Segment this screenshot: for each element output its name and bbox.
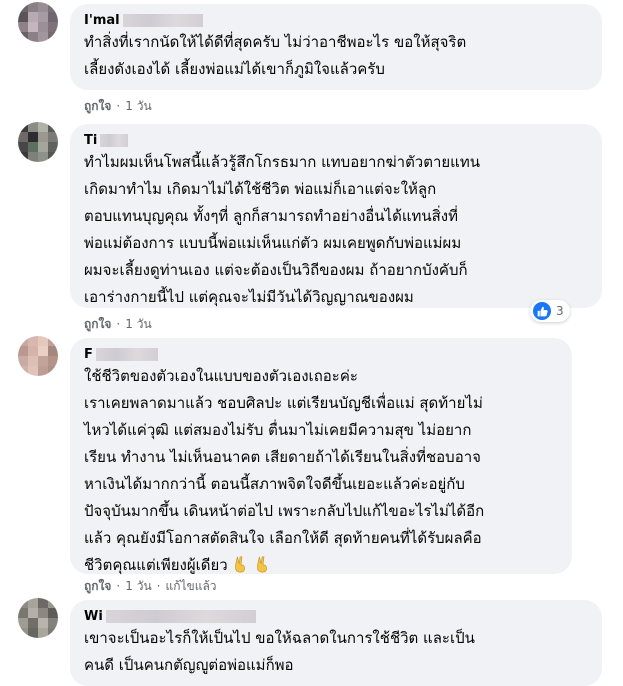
separator-dot: · bbox=[116, 99, 121, 113]
comment-actions: ถูกใจ · 1 วัน bbox=[84, 98, 152, 114]
like-button[interactable]: ถูกใจ bbox=[84, 316, 111, 332]
commenter-name[interactable]: F bbox=[84, 346, 93, 363]
reaction-count[interactable]: 3 bbox=[530, 300, 570, 322]
victory-hand-icon bbox=[234, 556, 245, 573]
comment-text: ใช้ชีวิตของตัวเองในแบบของตัวเองเถอะค่ะ เ… bbox=[84, 367, 485, 574]
blurred-name bbox=[122, 14, 203, 27]
blurred-name bbox=[95, 348, 158, 361]
comment-bubble: Ti ทำไมผมเห็นโพสนี้แล้วรู้สึกโกรธมาก แทบ… bbox=[70, 124, 602, 308]
blurred-name bbox=[100, 134, 129, 147]
timestamp[interactable]: 1 วัน bbox=[125, 578, 151, 594]
comment-actions: ถูกใจ · 1 วัน · แก้ไขแล้ว bbox=[84, 578, 217, 594]
comment-bubble: F ใช้ชีวิตของตัวเองในแบบของตัวเองเถอะค่ะ… bbox=[70, 338, 572, 574]
like-icon bbox=[533, 302, 551, 320]
avatar[interactable] bbox=[18, 122, 58, 162]
avatar[interactable] bbox=[18, 2, 58, 42]
separator-dot: · bbox=[156, 579, 161, 593]
comment-actions: ถูกใจ · 1 วัน bbox=[84, 316, 152, 332]
edited-label[interactable]: แก้ไขแล้ว bbox=[165, 578, 216, 594]
commenter-name[interactable]: Wi bbox=[84, 608, 103, 625]
comment-text: ทำสิ่งที่เรากนัดให้ได้ดีที่สุดครับ ไม่ว่… bbox=[84, 33, 467, 78]
like-button[interactable]: ถูกใจ bbox=[84, 578, 111, 594]
commenter-name[interactable]: Ti bbox=[84, 132, 97, 149]
commenter-name[interactable]: I'mal bbox=[84, 12, 120, 29]
separator-dot: · bbox=[116, 317, 121, 331]
comment-bubble: Wi เขาจะเป็นอะไรก็ให้เป็นไป ขอให้ฉลาดในก… bbox=[70, 600, 602, 686]
timestamp[interactable]: 1 วัน bbox=[125, 98, 151, 114]
timestamp[interactable]: 1 วัน bbox=[125, 316, 151, 332]
victory-hand-icon bbox=[256, 556, 267, 573]
comment-text: ทำไมผมเห็นโพสนี้แล้วรู้สึกโกรธมาก แทบอยา… bbox=[84, 153, 480, 306]
avatar[interactable] bbox=[18, 598, 58, 638]
comment-bubble: I'mal ทำสิ่งที่เรากนัดให้ได้ดีที่สุดครับ… bbox=[70, 4, 602, 90]
reaction-count-number: 3 bbox=[556, 304, 564, 318]
like-button[interactable]: ถูกใจ bbox=[84, 98, 111, 114]
avatar[interactable] bbox=[18, 336, 58, 376]
comment-text: เขาจะเป็นอะไรก็ให้เป็นไป ขอให้ฉลาดในการใ… bbox=[84, 629, 475, 674]
blurred-name bbox=[105, 610, 256, 623]
separator-dot: · bbox=[116, 579, 121, 593]
